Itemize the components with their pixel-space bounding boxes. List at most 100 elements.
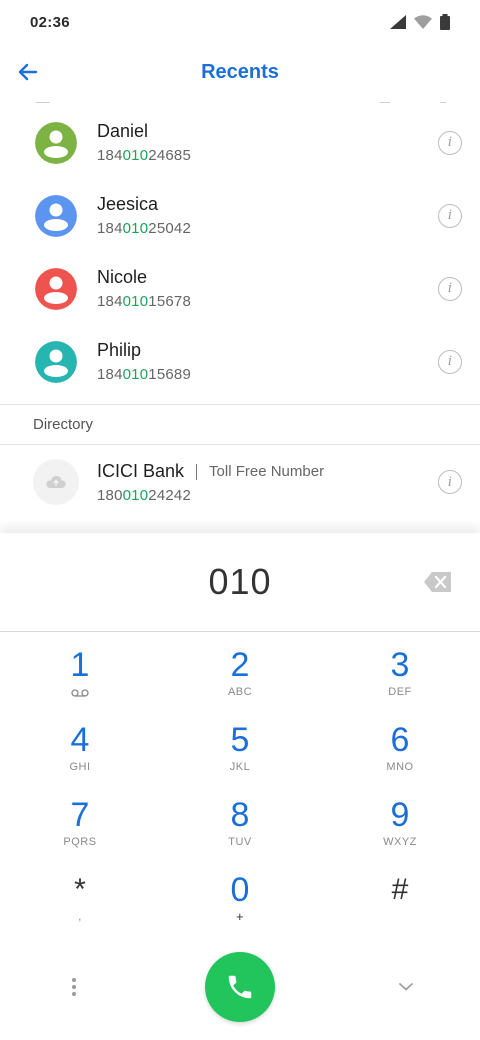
dialpad-key-8[interactable]: 8 TUV [180,795,300,867]
dialed-digits: 010 [208,561,272,602]
number-prefix: 184 [97,220,123,237]
more-options-button[interactable] [60,973,88,1001]
key-digit: 5 [230,721,250,759]
recent-contacts-list: Daniel 18401024685 i Jeesica 18401025042… [0,106,480,398]
list-item[interactable]: Daniel 18401024685 i [0,106,480,179]
person-icon [35,194,77,237]
key-digit: 4 [70,721,90,759]
status-bar: 02:36 [0,0,480,44]
backspace-button[interactable] [424,571,456,593]
contact-name: Philip [97,340,142,360]
key-letters: TUV [228,836,252,848]
dialpad-key-5[interactable]: 5 JKL [180,720,300,792]
number-prefix: 184 [97,293,123,310]
digits-display[interactable]: 010 [0,533,480,631]
backspace-icon [424,572,451,592]
key-digit: 3 [390,646,410,684]
dialpad: 010 1 2 ABC 3 DEF 4 GHI 5 JKL 6 MNO 7 PQ… [0,533,480,1040]
directory-tag: Toll Free Number [209,463,325,480]
key-digit: 1 [70,646,90,684]
section-header-directory: Directory [33,416,94,433]
info-icon[interactable]: i [438,470,462,494]
chevron-down-icon [399,983,413,991]
dialpad-key-2[interactable]: 2 ABC [180,645,300,717]
divider [0,404,480,405]
key-digit: 9 [390,796,410,834]
phone-icon [228,975,252,999]
dialpad-key-star[interactable]: * , [20,870,140,942]
collapse-dialpad-button[interactable] [392,973,420,1001]
number-suffix: 24685 [148,147,191,164]
voicemail-icon [71,689,89,697]
number-match: 010 [122,487,149,504]
contact-number: 18401025042 [97,219,191,239]
key-letters: DEF [388,686,412,698]
key-digit: # [391,873,409,906]
status-icons [390,14,450,30]
avatar [35,340,77,383]
list-item[interactable]: Philip 18401015689 i [0,325,480,398]
dialpad-key-6[interactable]: 6 MNO [340,720,460,792]
number-suffix: 15689 [148,366,191,383]
info-icon[interactable]: i [438,276,462,301]
wifi-icon [414,15,432,29]
divider [0,444,480,445]
number-match: 010 [122,293,149,310]
dialpad-key-7[interactable]: 7 PQRS [20,795,140,867]
more-vertical-icon [72,978,76,982]
dialpad-actions [0,951,480,1023]
avatar [35,267,77,310]
key-digit: * [74,873,86,906]
key-digit: 7 [70,796,90,834]
arrow-left-icon [18,63,38,81]
person-icon [35,267,77,310]
dialpad-key-0[interactable]: 0 + [180,870,300,942]
number-suffix: 25042 [148,220,191,237]
key-letters: PQRS [63,836,97,848]
list-item[interactable]: Jeesica 18401025042 i [0,179,480,252]
app-bar: Recents [0,44,480,100]
key-letters: JKL [229,761,251,773]
number-suffix: 24242 [148,487,191,504]
contact-number: 18401015689 [97,365,191,385]
dialpad-key-4[interactable]: 4 GHI [20,720,140,792]
contact-name: Nicole [97,267,148,287]
key-letters: GHI [69,761,91,773]
contact-name: Daniel [97,121,149,141]
key-letters: ABC [227,686,253,698]
avatar [35,121,77,164]
separator [196,463,198,480]
info-icon[interactable]: i [438,130,462,155]
back-button[interactable] [8,52,48,92]
number-match: 010 [122,220,149,237]
key-digit: 8 [230,796,250,834]
dialpad-key-hash[interactable]: # [340,870,460,942]
call-button[interactable] [205,952,275,1022]
number-match: 010 [122,147,149,164]
cellular-signal-icon [390,15,406,29]
cloud-icon [46,476,66,488]
status-time: 02:36 [30,13,70,31]
key-letters: WXYZ [383,836,417,848]
avatar [35,194,77,237]
avatar [33,459,79,505]
dialpad-key-9[interactable]: 9 WXYZ [340,795,460,867]
battery-icon [440,14,450,30]
info-icon[interactable]: i [438,349,462,374]
number-suffix: 15678 [148,293,191,310]
page-title: Recents [201,60,279,83]
key-letters: , [78,911,82,923]
info-icon[interactable]: i [438,203,462,228]
person-icon [35,121,77,164]
directory-list-item[interactable]: ICICI Bank Toll Free Number 18001024242 … [0,446,480,519]
number-prefix: 180 [97,487,123,504]
dialpad-key-1[interactable]: 1 [20,645,140,717]
list-item[interactable]: Nicole 18401015678 i [0,252,480,325]
key-digit: 0 [230,871,250,909]
key-letters: MNO [386,761,414,773]
dialpad-key-3[interactable]: 3 DEF [340,645,460,717]
divider [0,631,480,632]
directory-number: 18001024242 [97,486,324,506]
key-digit: 2 [230,646,250,684]
key-digit: 6 [390,721,410,759]
